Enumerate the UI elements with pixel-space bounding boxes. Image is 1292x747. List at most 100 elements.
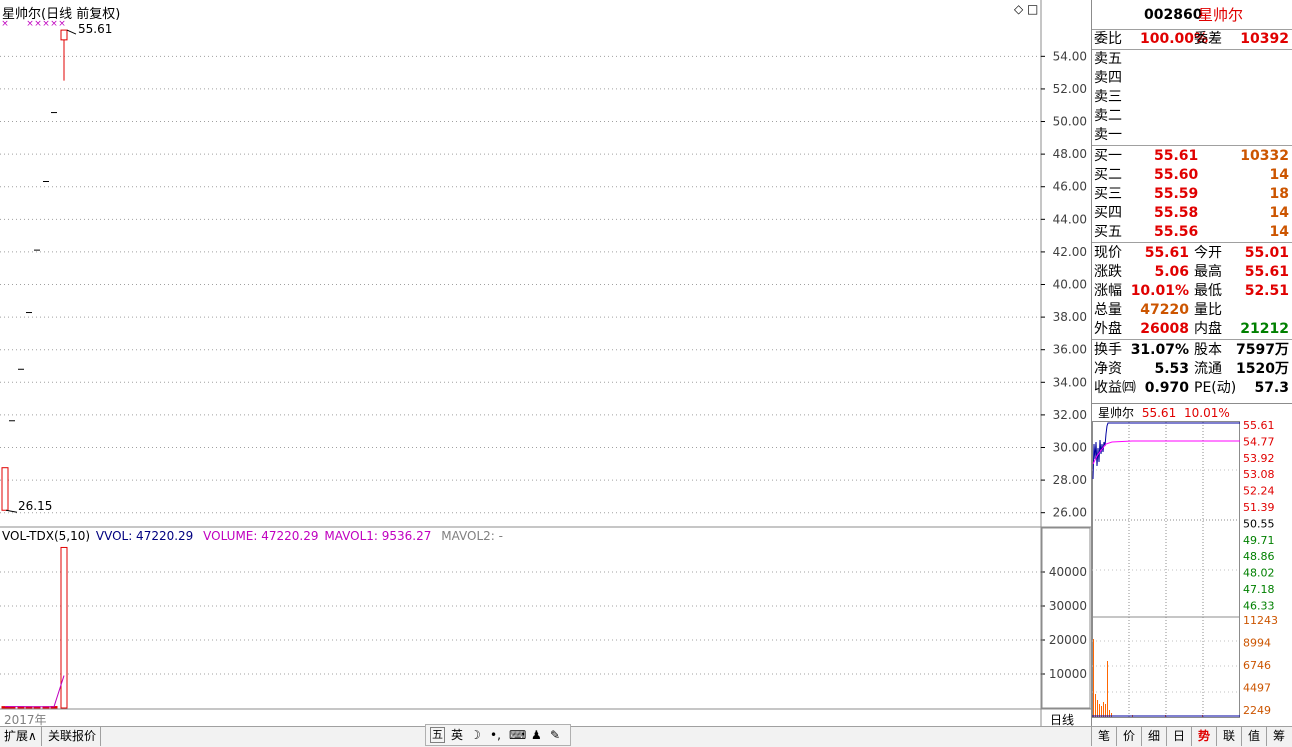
moon-icon[interactable]: ☽ [470, 725, 481, 745]
buy-price: 55.61 [1154, 148, 1199, 164]
volume-bar[interactable] [60, 546, 68, 709]
stat-value: 55.61 [1244, 264, 1289, 280]
panel-tab[interactable]: 筹 [1266, 727, 1291, 746]
stat-value: 52.51 [1244, 283, 1289, 299]
sell-label: 卖三 [1094, 89, 1122, 105]
fund-row: 换手 31.07% 股本 7597万 [1092, 341, 1291, 360]
mavol2-value: MAVOL2: - [441, 529, 503, 543]
buy-row[interactable]: 买三 55.59 18 [1092, 185, 1291, 204]
sell-row[interactable]: 卖三 [1092, 88, 1291, 107]
fund-label: 收益㈣ [1094, 380, 1136, 396]
vol-indicator-name[interactable]: VOL-TDX(5,10) [2, 529, 90, 543]
stat-value: 5.06 [1154, 264, 1189, 280]
buy-volume: 10332 [1240, 148, 1289, 164]
high-pointer [66, 29, 77, 35]
quote-title: 002860 星帅尔 [1092, 6, 1291, 26]
main-chart-area[interactable]: 54.00 52.00 50.00 48.00 46.00 44.00 42.00 40.00… [0, 0, 1091, 727]
keyboard-icon[interactable]: ⌨ [509, 725, 526, 745]
vol-tick-label: 10000 [1049, 667, 1087, 681]
price-tick-label: 36.00 [1053, 343, 1087, 357]
panel-tab[interactable]: 势 [1191, 727, 1216, 746]
diamond-icon[interactable]: ◇ [1014, 2, 1023, 16]
mini-vol-tick: 11243 [1243, 614, 1278, 627]
fund-value: 57.3 [1254, 380, 1289, 396]
vvol-value: VVOL: 47220.29 [95, 529, 194, 543]
mini-chart-svg: 55.61 54.77 53.92 53.08 52.24 51.39 50.55 49.71… [1092, 419, 1278, 718]
buy-label: 买四 [1094, 205, 1122, 221]
mini-price-tick: 52.24 [1243, 485, 1275, 498]
panel-tab[interactable]: 价 [1116, 727, 1141, 746]
stat-row: 外盘 26008 内盘 21212 [1092, 320, 1291, 339]
fund-label: 股本 [1194, 342, 1222, 358]
price-tick-label: 26.00 [1053, 506, 1087, 520]
price-tick-label: 34.00 [1053, 375, 1087, 389]
buy-label: 买三 [1094, 186, 1122, 202]
price-tick-label: 46.00 [1053, 180, 1087, 194]
buy-price: 55.59 [1154, 186, 1199, 202]
stat-label: 涨跌 [1094, 264, 1122, 280]
mini-chart[interactable]: 星帅尔 55.61 10.01% 55.61 54.77 53.92 53.08… [1091, 403, 1292, 727]
sell-row[interactable]: 卖四 [1092, 69, 1291, 88]
candle[interactable] [60, 29, 68, 41]
price-tick-label: 44.00 [1053, 212, 1087, 226]
buy-row[interactable]: 买四 55.58 14 [1092, 204, 1291, 223]
quote-panel: 002860 星帅尔 委比 100.00% 委差 10392 卖五 卖四 卖三 卖二卖… [1091, 0, 1292, 403]
vol-tick-label: 30000 [1049, 599, 1087, 613]
stat-row: 涨幅 10.01% 最低 52.51 [1092, 282, 1291, 301]
tools-icon[interactable]: ✎ [550, 725, 560, 745]
buy-volume: 14 [1269, 167, 1289, 183]
panel-tab[interactable]: 联 [1216, 727, 1241, 746]
ime-toolbar[interactable]: 五 英 ☽ •, ⌨ ♟ ✎ [425, 724, 571, 746]
ime-wubi-icon[interactable]: 五 [430, 727, 445, 743]
buy-row[interactable]: 买一 55.61 10332 [1092, 147, 1291, 166]
mini-price-tick: 54.77 [1243, 435, 1275, 448]
stat-value: 21212 [1240, 321, 1289, 337]
buy-volume: 14 [1269, 224, 1289, 240]
main-chart-svg: 54.00 52.00 50.00 48.00 46.00 44.00 42.00 40.00… [0, 0, 1091, 726]
mavol1-value: MAVOL1: 9536.27 [324, 529, 432, 543]
panel-tab[interactable]: 细 [1141, 727, 1166, 746]
user-icon[interactable]: ♟ [531, 725, 542, 745]
stat-label: 总量 [1094, 302, 1122, 318]
mini-vol-tick: 6746 [1243, 659, 1271, 672]
fund-value: 7597万 [1236, 342, 1289, 358]
stat-value: 47220 [1140, 302, 1189, 318]
ime-english-label[interactable]: 英 [451, 725, 463, 745]
fund-value: 0.970 [1144, 380, 1189, 396]
fund-value: 1520万 [1236, 361, 1289, 377]
low-pointer [5, 509, 18, 513]
stat-label: 现价 [1094, 245, 1122, 261]
square-icon[interactable]: □ [1027, 2, 1038, 16]
candle[interactable] [1, 467, 9, 511]
buy-volume: 18 [1269, 186, 1289, 202]
related-quote-tab[interactable]: 关联报价 [44, 727, 102, 746]
sell-row[interactable]: 卖二 [1092, 107, 1291, 126]
mini-price-tick: 48.02 [1243, 567, 1275, 580]
mini-vol-tick: 8994 [1243, 637, 1271, 650]
buy-row[interactable]: 买五 55.56 14 [1092, 223, 1291, 242]
mini-price-tick: 53.92 [1243, 452, 1275, 465]
price-tick-label: 52.00 [1053, 82, 1087, 96]
price-tick-label: 38.00 [1053, 310, 1087, 324]
price-tick-label: 28.00 [1053, 473, 1087, 487]
fund-row: 净资 5.53 流通 1520万 [1092, 360, 1291, 379]
price-tick-label: 48.00 [1053, 147, 1087, 161]
sell-row[interactable]: 卖一 [1092, 126, 1291, 145]
sell-row[interactable]: 卖五 [1092, 50, 1291, 69]
price-tick-label: 54.00 [1053, 49, 1087, 63]
punctuation-icon[interactable]: •, [490, 725, 501, 745]
panel-tab[interactable]: 值 [1241, 727, 1266, 746]
buy-price: 55.58 [1154, 205, 1199, 221]
panel-tab[interactable]: 笔 [1091, 727, 1116, 746]
panel-tab[interactable]: 日 [1166, 727, 1191, 746]
expand-tab[interactable]: 扩展∧ [0, 727, 42, 746]
sell-label: 卖二 [1094, 108, 1122, 124]
stock-code: 002860 [1144, 7, 1203, 23]
stat-label: 今开 [1194, 245, 1222, 261]
sell-label: 卖四 [1094, 70, 1122, 86]
stock-name: 星帅尔 [1198, 6, 1244, 24]
mini-price-tick: 53.08 [1243, 468, 1275, 481]
buy-row[interactable]: 买二 55.60 14 [1092, 166, 1291, 185]
sell-label: 卖一 [1094, 127, 1122, 143]
vol-tick-label: 20000 [1049, 633, 1087, 647]
